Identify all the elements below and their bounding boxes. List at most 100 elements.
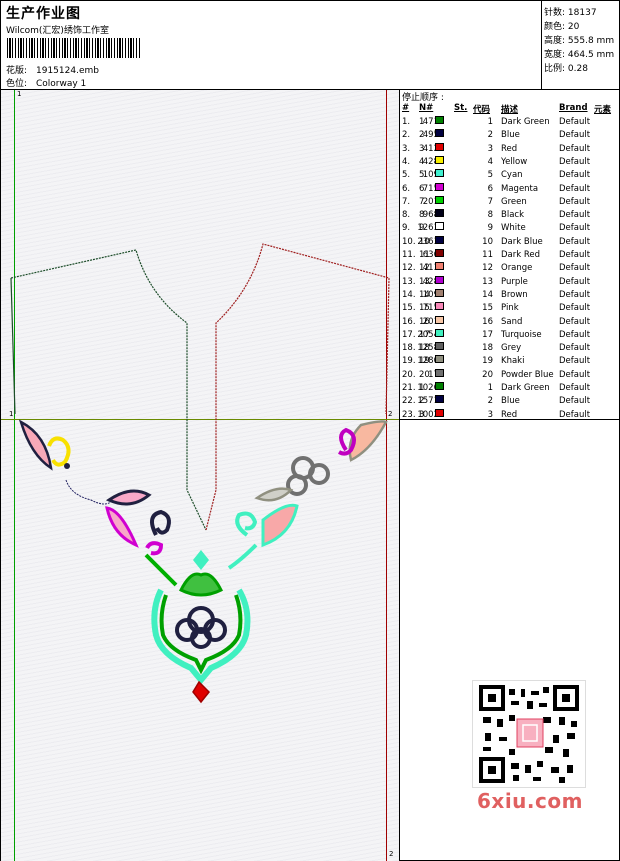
- cell-code: 2: [487, 130, 493, 141]
- table-row: 3. 3 412 3 Red Default: [400, 142, 619, 156]
- color-swatch: [435, 129, 444, 138]
- cell-code: 5: [487, 170, 493, 181]
- cell-code: 13: [482, 276, 493, 287]
- cell-brand: Default: [559, 223, 591, 234]
- cell-code: 17: [482, 329, 493, 340]
- cell-idx: 1.: [402, 117, 411, 127]
- red-drop-gem: [192, 680, 211, 704]
- cell-brand: Default: [559, 117, 591, 127]
- stop-sequence-table: 停止顺序 : # N# St. 代码 描述 Brand 元素 1. 1 471 1 Da…: [400, 90, 619, 420]
- cell-brand: Default: [559, 210, 591, 221]
- table-row: 10. 10 2363 10 Dark Blue Default: [400, 235, 619, 249]
- table-row: 21. 1 1026 1 Dark Green Default: [400, 382, 619, 395]
- cell-brand: Default: [559, 236, 591, 247]
- left-connector: [65, 479, 114, 505]
- color-swatch: [435, 288, 444, 297]
- color-swatch: [435, 302, 444, 311]
- cell-idx: 19.: [402, 356, 416, 367]
- color-swatch: [435, 315, 444, 324]
- cell-idx: 12.: [402, 263, 416, 274]
- design-file-value: 1915124.emb: [36, 66, 99, 76]
- cell-code: 16: [482, 316, 493, 327]
- yellow-swirl: [47, 436, 71, 467]
- design-width: 宽度: 464.5 mm: [544, 50, 615, 60]
- cell-brand: Default: [559, 396, 591, 407]
- cell-code: 1: [487, 383, 493, 393]
- table-row: 7. 7 201 7 Green Default: [400, 195, 619, 209]
- cell-idx: 18.: [402, 343, 416, 354]
- color-swatch: [435, 355, 444, 364]
- right-cyan-swirl: [235, 511, 258, 537]
- color-count: 颜色: 20: [544, 22, 580, 32]
- top-gem: [193, 550, 209, 570]
- col-number: N#: [419, 103, 434, 113]
- cell-idx: 10.: [402, 236, 416, 247]
- cell-idx: 11.: [402, 250, 416, 260]
- table-row: 13. 13 428 13 Purple Default: [400, 275, 619, 289]
- cell-idx: 14.: [402, 289, 416, 300]
- cell-code: 4: [487, 156, 493, 167]
- table-row: 12. 12 413 12 Orange Default: [400, 262, 619, 275]
- col-element: 元素: [594, 105, 612, 115]
- cell-desc: Turquoise: [501, 329, 542, 340]
- cell-brand: Default: [559, 183, 591, 194]
- color-swatch: [435, 342, 444, 351]
- cell-brand: Default: [559, 196, 591, 207]
- cell-idx: 13.: [402, 276, 416, 287]
- cell-code: 14: [482, 289, 493, 300]
- design-preview: 1 2 1 2: [1, 90, 400, 861]
- colorway-value: Colorway 1: [36, 79, 87, 89]
- table-row: 15. 15 715 15 Pink Default: [400, 302, 619, 315]
- table-row: 8. 8 968 8 Black Default: [400, 209, 619, 222]
- cell-desc: Dark Red: [501, 250, 541, 260]
- cell-desc: Dark Green: [501, 383, 550, 393]
- studio-name: Wilcom(汇宏)绣饰工作室: [6, 26, 109, 36]
- cell-desc: Grey: [501, 343, 522, 354]
- cell-brand: Default: [559, 409, 591, 420]
- cell-code: 19: [482, 356, 493, 367]
- stitch-count: 针数: 18137: [544, 8, 597, 18]
- design-file-label: 花版:: [6, 66, 28, 76]
- colorway-row: 色位: Colorway 1: [6, 76, 86, 89]
- cell-idx: 20.: [402, 369, 416, 380]
- cell-desc: Sand: [501, 316, 523, 327]
- cell-idx: 6.: [402, 183, 411, 194]
- cell-desc: Red: [501, 143, 518, 154]
- cell-code: 7: [487, 196, 493, 207]
- color-swatch: [435, 275, 444, 284]
- cell-brand: Default: [559, 369, 591, 380]
- cell-desc: Orange: [501, 263, 533, 274]
- cell-brand: Default: [559, 250, 591, 260]
- cell-idx: 8.: [402, 210, 411, 221]
- cell-desc: Pink: [501, 303, 519, 314]
- cell-code: 11: [482, 250, 493, 260]
- table-row: 18. 18 1258 18 Grey Default: [400, 342, 619, 355]
- cell-code: 3: [487, 143, 493, 154]
- cell-brand: Default: [559, 130, 591, 141]
- cell-brand: Default: [559, 303, 591, 314]
- color-swatch: [435, 195, 444, 204]
- cell-brand: Default: [559, 170, 591, 181]
- cell-idx: 22.: [402, 396, 416, 407]
- left-mid-leaf-top: [105, 489, 152, 506]
- cell-desc: Red: [501, 409, 518, 420]
- table-row: 2. 2 495 2 Blue Default: [400, 129, 619, 142]
- cell-idx: 3.: [402, 143, 411, 154]
- cell-code: 10: [482, 236, 493, 247]
- left-dot: [64, 463, 70, 469]
- left-magenta-swirl: [145, 541, 164, 556]
- table-row: 1. 1 471 1 Dark Green Default: [400, 116, 619, 129]
- scale-ratio: 比例: 0.28: [544, 64, 588, 74]
- cell-idx: 5.: [402, 170, 411, 181]
- cell-code: 6: [487, 183, 493, 194]
- col-brand: Brand: [559, 103, 588, 113]
- cell-brand: Default: [559, 316, 591, 327]
- cell-desc: Black: [501, 210, 524, 221]
- cell-brand: Default: [559, 329, 591, 340]
- color-swatch: [435, 382, 444, 390]
- cell-desc: Magenta: [501, 183, 539, 194]
- cell-idx: 17.: [402, 329, 416, 340]
- cell-brand: Default: [559, 143, 591, 154]
- cell-code: 2: [487, 396, 493, 407]
- cell-code: 18: [482, 343, 493, 354]
